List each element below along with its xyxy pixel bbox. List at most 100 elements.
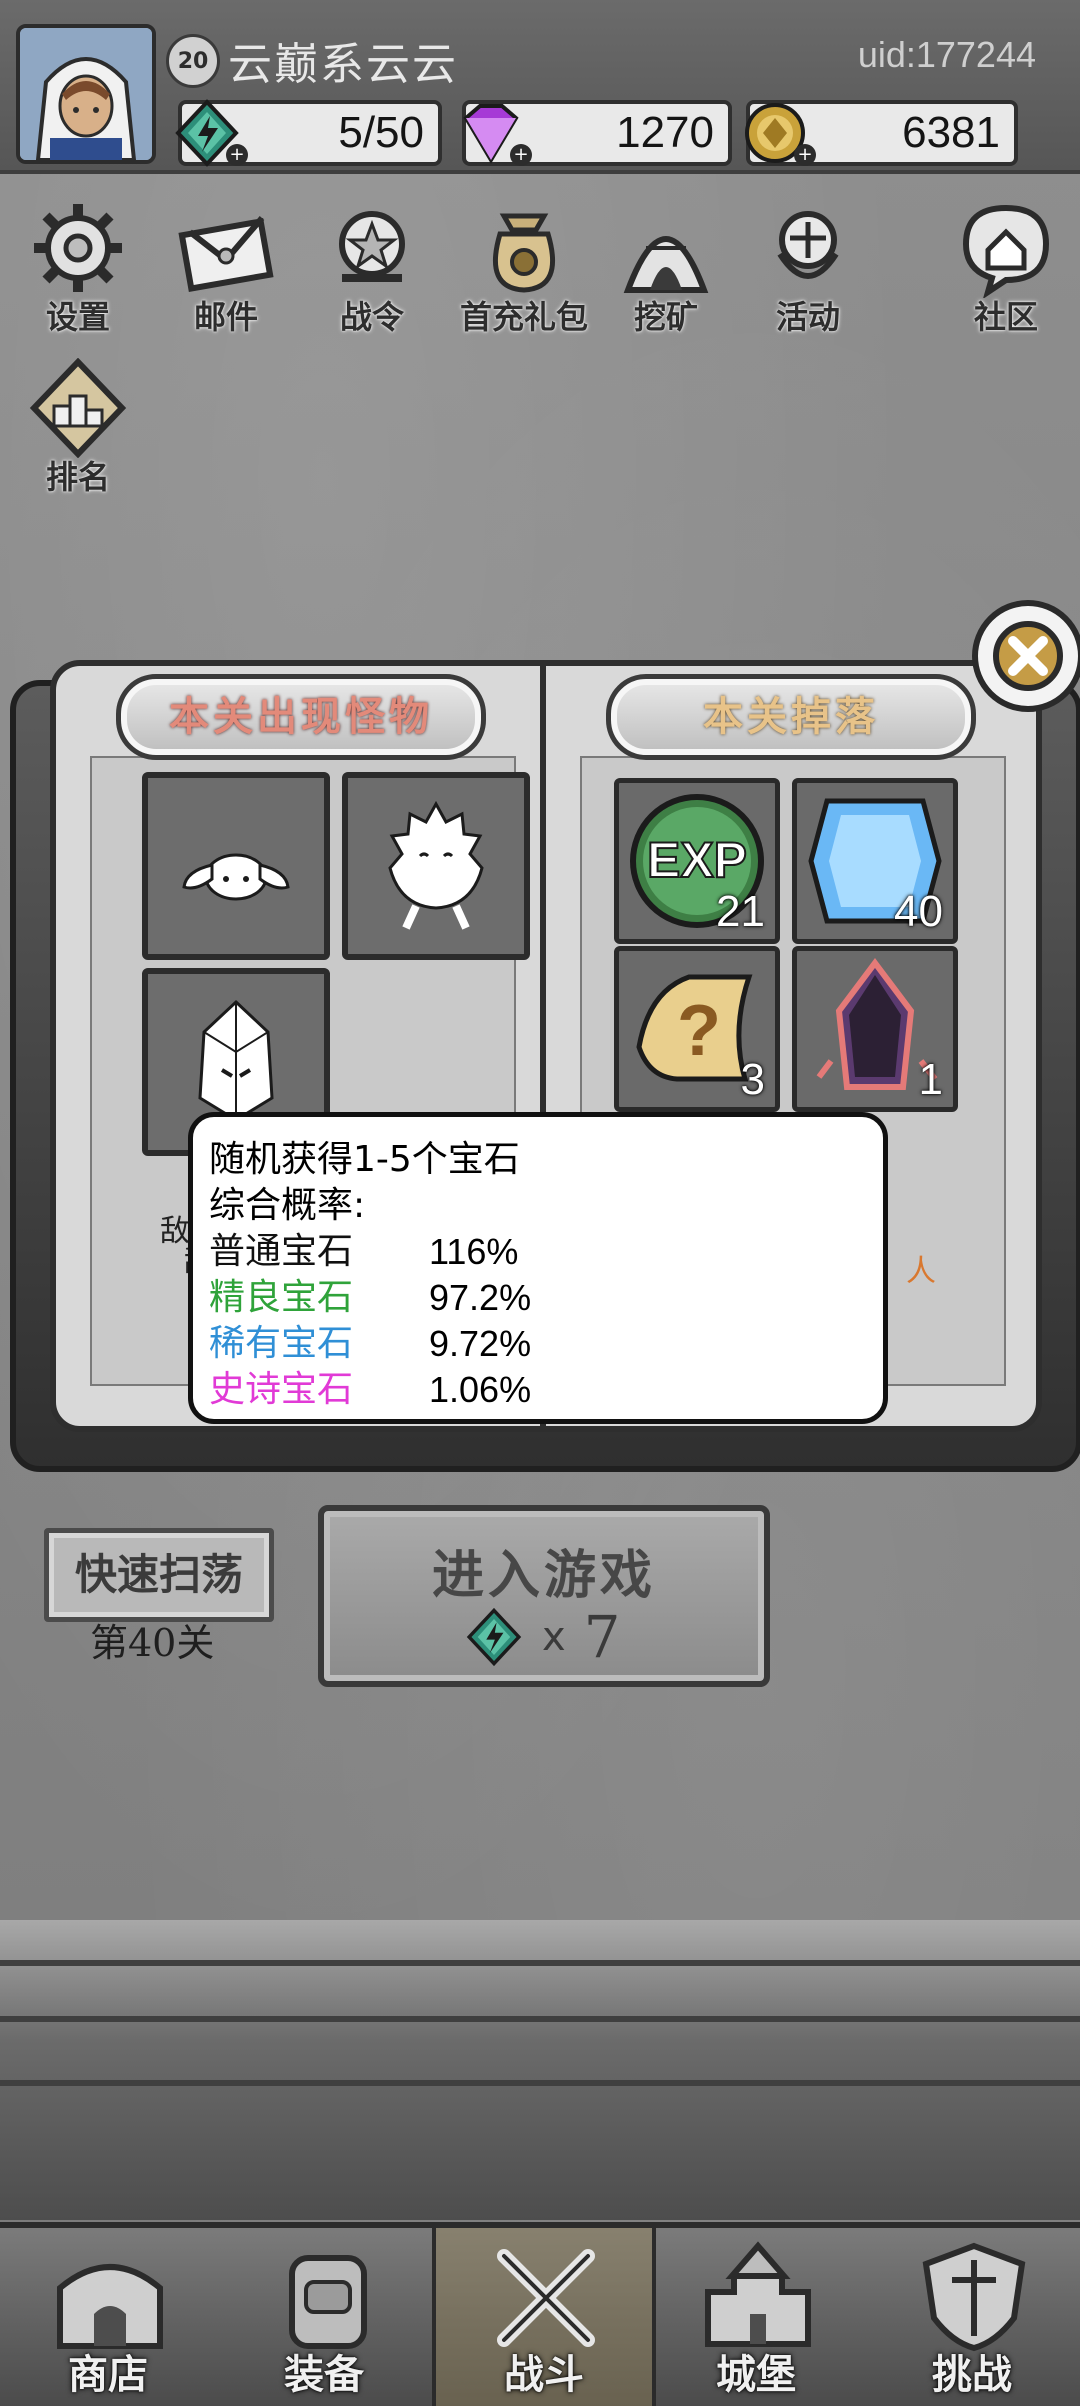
drop-slot-scroll[interactable]: ? 3 <box>614 946 780 1112</box>
nav-castle-label: 城堡 <box>716 2351 796 2398</box>
svg-text:EXP: EXP <box>647 832 747 888</box>
menu-mining-label: 挖矿 <box>633 298 698 336</box>
challenge-icon <box>922 2242 1026 2352</box>
tooltip-row-value: 9.72% <box>429 1323 532 1364</box>
top-status-bar: 20 云巅系云云 uid:177244 + 5/50 + 1270 + 6381 <box>0 0 1080 174</box>
player-nickname: 云巅系云云 <box>228 39 458 90</box>
menu-mail[interactable]: 邮件 <box>166 198 286 338</box>
menu-ranking-label: 排名 <box>45 458 110 496</box>
nav-battle[interactable]: 战斗 <box>432 2228 656 2406</box>
crystal-golem-icon <box>198 999 274 1122</box>
cost-value: 7 <box>583 1603 621 1671</box>
floor-plank-line <box>0 2016 1080 2022</box>
menu-community[interactable]: 社区 <box>946 198 1066 338</box>
gold-resource[interactable]: + 6381 <box>745 100 1018 166</box>
monsters-title: 本关出现怪物 <box>116 674 486 760</box>
menu-ranking[interactable]: 排名 <box>18 357 138 498</box>
energy-value: 5/50 <box>338 108 424 157</box>
menu-settings[interactable]: 设置 <box>18 198 138 338</box>
tooltip-row-rare: 稀有宝石 9.72% <box>209 1321 883 1367</box>
gear-icon <box>34 204 122 292</box>
battle-pass-icon <box>339 211 405 282</box>
nav-challenge-label: 挑战 <box>932 2351 1012 2398</box>
svg-text:?: ? <box>677 991 721 1071</box>
energy-resource[interactable]: + 5/50 <box>175 99 442 167</box>
add-gold-button[interactable]: + <box>794 144 816 166</box>
menu-community-label: 社区 <box>973 298 1038 336</box>
nav-challenge[interactable]: 挑战 <box>864 2228 1080 2406</box>
menu-events-label: 活动 <box>775 298 840 336</box>
gift-bag-icon <box>492 213 556 293</box>
enter-game-label: 进入游戏 <box>431 1545 656 1606</box>
mail-icon <box>178 216 274 293</box>
drop-exp-count: 21 <box>716 887 765 936</box>
add-energy-button[interactable]: + <box>226 144 248 166</box>
gem-probability-tooltip: 随机获得1-5个宝石 综合概率: 普通宝石 116% 精良宝石 97.2% 稀有… <box>188 1112 888 1424</box>
drop-dark-crystal-count: 1 <box>918 1055 943 1104</box>
drop-blue-gem-count: 40 <box>894 887 943 936</box>
community-icon <box>962 204 1050 300</box>
stage-number-label: 第40关 <box>90 1621 215 1665</box>
tooltip-row-name: 普通宝石 <box>209 1231 354 1272</box>
shop-icon <box>57 2264 163 2349</box>
bunny-monster-icon <box>182 853 290 901</box>
floor-plank-line <box>0 1960 1080 1966</box>
drop-slot-dark-crystal[interactable]: 1 <box>792 946 958 1112</box>
tooltip-row-value: 97.2% <box>429 1277 532 1318</box>
monster-slot-1[interactable] <box>142 772 330 960</box>
nav-equipment[interactable]: 装备 <box>216 2228 432 2406</box>
menu-mining[interactable]: 挖矿 <box>606 198 726 338</box>
tooltip-row-value: 116% <box>429 1231 519 1272</box>
tooltip-row-common: 普通宝石 116% <box>209 1229 883 1275</box>
tooltip-line2: 综合概率: <box>209 1185 366 1226</box>
menu-mail-label: 邮件 <box>193 298 258 336</box>
tooltip-line1: 随机获得1-5个宝石 <box>209 1139 520 1180</box>
floor-plank-line <box>0 2080 1080 2086</box>
add-gems-button[interactable]: + <box>510 144 532 166</box>
player-avatar[interactable] <box>16 24 156 164</box>
nav-shop-label: 商店 <box>68 2351 148 2398</box>
nav-equipment-label: 装备 <box>284 2351 364 2398</box>
tooltip-row-fine: 精良宝石 97.2% <box>209 1275 883 1321</box>
close-button[interactable] <box>972 600 1080 712</box>
menu-battle-pass-label: 战令 <box>339 298 404 336</box>
monster-slot-2[interactable] <box>342 772 530 960</box>
player-level-badge: 20 <box>166 34 220 88</box>
quick-sweep-button[interactable]: 快速扫荡 <box>44 1528 274 1622</box>
enter-cost: x 7 <box>464 1603 621 1671</box>
tooltip-row-name: 精良宝石 <box>209 1277 354 1318</box>
castle-icon <box>705 2241 811 2347</box>
player-uid: uid:177244 <box>857 34 1036 75</box>
menu-first-recharge-gift[interactable]: 首充礼包 <box>454 198 594 338</box>
crossed-swords-icon <box>497 2249 595 2347</box>
nav-shop[interactable]: 商店 <box>0 2228 216 2406</box>
energy-gem-icon <box>466 1607 522 1667</box>
bottom-navigation: 商店 装备 战斗 城堡 挑战 <box>0 2222 1080 2406</box>
tooltip-row-epic: 史诗宝石 1.06% <box>209 1367 883 1413</box>
gold-value: 6381 <box>902 108 1000 157</box>
menu-events[interactable]: 活动 <box>748 198 868 338</box>
drops-title: 本关掉落 <box>606 674 976 760</box>
drop-info-partial: 人 <box>906 1254 936 1289</box>
drop-slot-exp[interactable]: EXP 21 <box>614 778 780 944</box>
tooltip-row-name: 稀有宝石 <box>209 1323 354 1364</box>
cost-multiplier: x <box>542 1614 566 1660</box>
nav-battle-label: 战斗 <box>504 2351 584 2398</box>
gems-value: 1270 <box>616 108 714 157</box>
menu-battle-pass[interactable]: 战令 <box>312 198 432 338</box>
menu-settings-label: 设置 <box>45 298 110 336</box>
close-icon <box>993 621 1063 691</box>
gems-resource[interactable]: + 1270 <box>462 100 732 166</box>
spiky-monster-icon <box>388 800 484 930</box>
drop-slot-blue-gem[interactable]: 40 <box>792 778 958 944</box>
backpack-icon <box>289 2255 367 2349</box>
tooltip-row-value: 1.06% <box>429 1369 532 1410</box>
menu-first-recharge-label: 首充礼包 <box>459 298 588 336</box>
tooltip-row-name: 史诗宝石 <box>209 1369 354 1410</box>
nav-castle[interactable]: 城堡 <box>648 2228 864 2406</box>
ground-floor <box>0 1920 1080 2220</box>
mine-icon <box>623 236 709 293</box>
drop-scroll-count: 3 <box>740 1055 765 1104</box>
ranking-icon <box>29 357 127 459</box>
enter-game-button[interactable]: 进入游戏 x 7 <box>318 1505 770 1687</box>
